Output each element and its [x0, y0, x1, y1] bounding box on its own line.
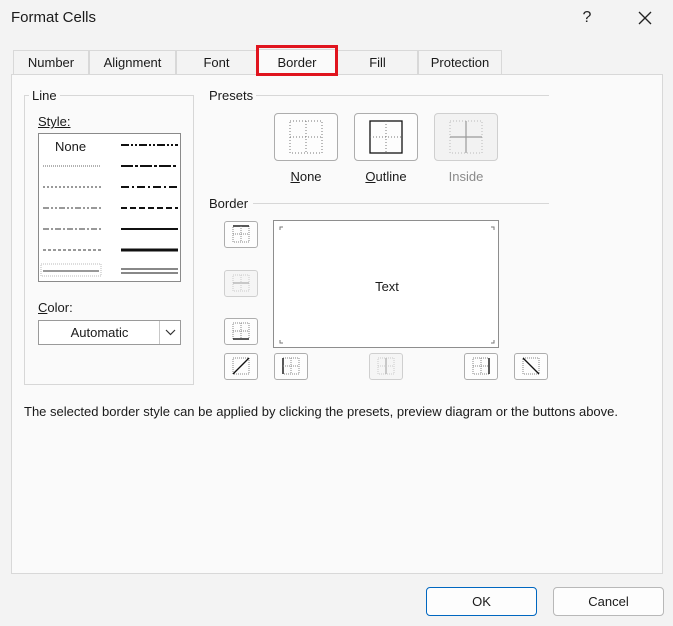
border-top-icon — [232, 225, 250, 243]
diagonal-down-icon — [522, 357, 540, 375]
preset-outline-icon — [369, 120, 403, 154]
preset-inside-label: Inside — [448, 169, 484, 184]
color-label: Color: — [38, 300, 73, 315]
dialog-title: Format Cells — [11, 9, 97, 26]
color-value: Automatic — [70, 325, 129, 340]
border-diagonal-down-button[interactable] — [514, 353, 548, 380]
border-diagonal-up-button[interactable] — [224, 353, 258, 380]
dropdown-arrow[interactable] — [159, 321, 180, 344]
line-group-label: Line — [29, 88, 60, 103]
presets-divider — [256, 95, 549, 96]
border-bottom-icon — [232, 322, 250, 340]
tab-border[interactable]: Border — [257, 49, 337, 75]
diagonal-up-icon — [232, 357, 250, 375]
preset-inside-button[interactable] — [434, 113, 498, 161]
presets-label: Presets — [206, 88, 257, 103]
border-inside-horizontal-icon — [232, 274, 250, 292]
tab-protection[interactable]: Protection — [418, 50, 502, 74]
preset-outline-button[interactable] — [354, 113, 418, 161]
border-right-button[interactable] — [464, 353, 498, 380]
cancel-button[interactable]: Cancel — [553, 587, 664, 616]
tab-font[interactable]: Font — [176, 50, 257, 74]
tab-fill[interactable]: Fill — [337, 50, 418, 74]
ok-button[interactable]: OK — [426, 587, 537, 616]
preset-none-icon — [289, 120, 323, 154]
border-right-icon — [472, 357, 490, 375]
close-button[interactable] — [630, 4, 660, 32]
border-preview[interactable]: Text — [273, 220, 499, 348]
border-divider — [253, 203, 549, 204]
border-left-button[interactable] — [274, 353, 308, 380]
border-inside-vertical-button[interactable] — [369, 353, 403, 380]
border-bottom-button[interactable] — [224, 318, 258, 345]
preset-none-button[interactable] — [274, 113, 338, 161]
color-dropdown[interactable]: Automatic — [38, 320, 181, 345]
tab-number[interactable]: Number — [13, 50, 89, 74]
tab-alignment[interactable]: Alignment — [89, 50, 176, 74]
chevron-down-icon — [165, 329, 176, 336]
help-button[interactable]: ? — [572, 4, 602, 32]
border-inside-horizontal-button[interactable] — [224, 270, 258, 297]
border-label: Border — [206, 196, 252, 211]
title-bar: Format Cells ? — [0, 0, 673, 38]
border-inside-vertical-icon — [377, 357, 395, 375]
close-icon — [638, 11, 652, 25]
line-style-samples[interactable] — [39, 134, 180, 281]
info-text: The selected border style can be applied… — [24, 404, 619, 419]
preset-inside-icon — [449, 120, 483, 154]
preview-text: Text — [375, 279, 399, 294]
border-left-icon — [282, 357, 300, 375]
preset-outline-label: Outline — [365, 169, 407, 184]
line-style-list[interactable]: None — [38, 133, 181, 282]
border-top-button[interactable] — [224, 221, 258, 248]
preset-none-label: None — [290, 169, 322, 184]
style-label: Style: — [38, 114, 71, 129]
